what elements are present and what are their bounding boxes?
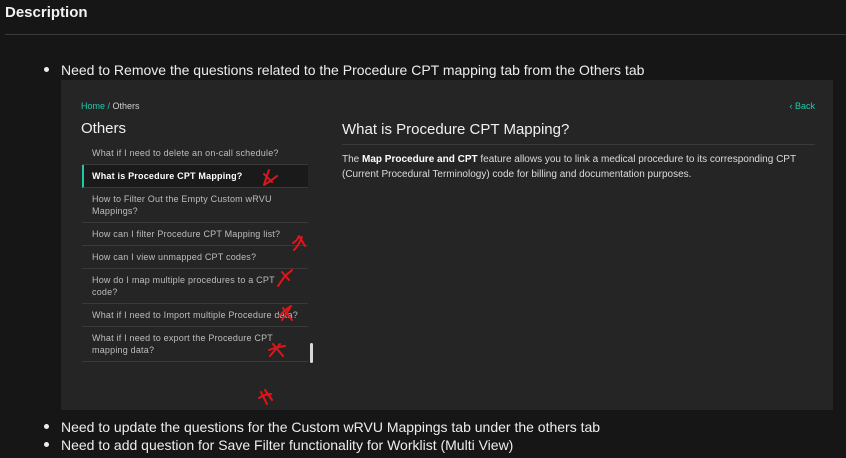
bullet-dot (44, 441, 49, 447)
description-section: Description Need to Remove the questions… (0, 0, 846, 458)
bullet-text: Need to update the questions for the Cus… (61, 419, 601, 435)
cross-mark-icon (268, 343, 286, 357)
bullet-item: Need to update the questions for the Cus… (44, 419, 600, 436)
cross-mark-icon (278, 305, 293, 321)
bullet-text: Need to add question for Save Filter fun… (61, 437, 514, 453)
bullet-dot (44, 423, 49, 429)
cross-mark-icon (263, 169, 278, 186)
cross-mark-icon (258, 389, 273, 405)
section-divider (5, 34, 846, 35)
cross-mark-icon (292, 235, 306, 251)
bullet-item: Need to Remove the questions related to … (44, 62, 644, 79)
red-annotation-marks (258, 169, 306, 405)
bullet-dot (44, 66, 49, 72)
section-title: Description (5, 4, 88, 21)
cross-mark-icon (277, 269, 293, 287)
embedded-screenshot: Home / Others ‹ Back Others What if I ne… (61, 80, 833, 410)
bullet-text: Need to Remove the questions related to … (61, 62, 645, 78)
bullet-item: Need to add question for Save Filter fun… (44, 437, 513, 454)
